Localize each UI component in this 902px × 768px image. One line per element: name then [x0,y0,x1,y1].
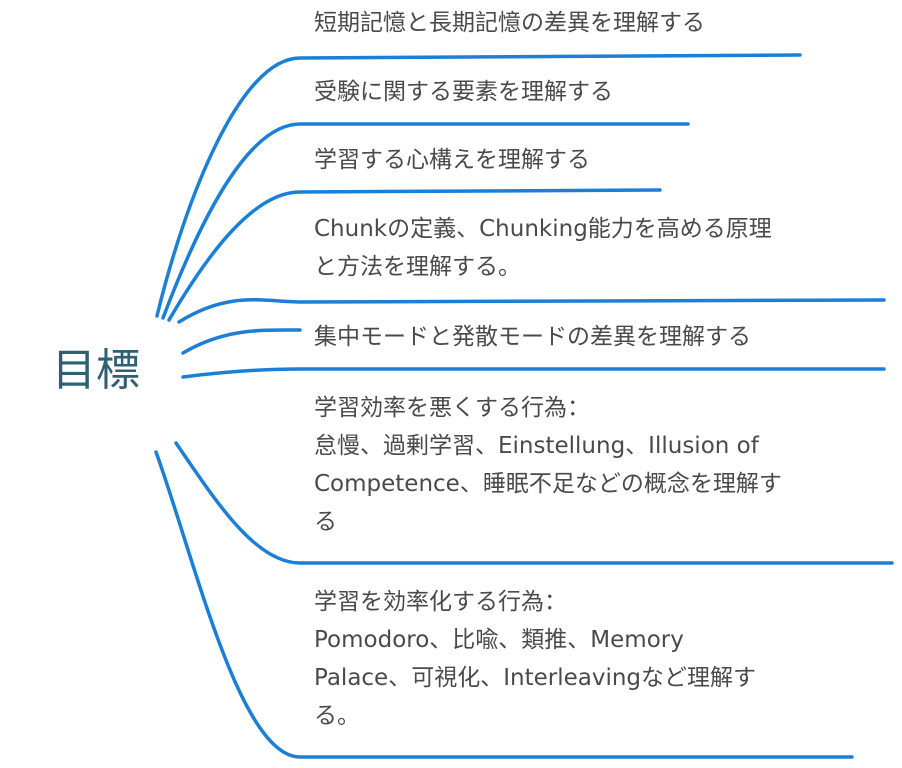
branch-topic-2: 受験に関する要素を理解する [314,79,613,105]
branch-topic-4: Chunkの定義、Chunking能力を高める原理 と方法を理解する。 [314,216,772,280]
root-topic: 目標 [52,345,140,396]
branch-topic-6: 学習効率を悪くする行為： 怠慢、過剰学習、Einstellung、Illusio… [314,395,782,535]
connector-line-6 [181,367,886,379]
branch-topic-3: 学習する心構えを理解する [314,147,590,173]
branch-topic-5: 集中モードと発散モードの差異を理解する [314,324,751,350]
branch-topic-1: 短期記憶と長期記憶の差異を理解する [314,10,705,36]
branch-topic-7: 学習を効率化する行為： Pomodoro、比喩、類推、Memory Palace… [314,589,757,729]
connector-line-5 [181,328,302,355]
